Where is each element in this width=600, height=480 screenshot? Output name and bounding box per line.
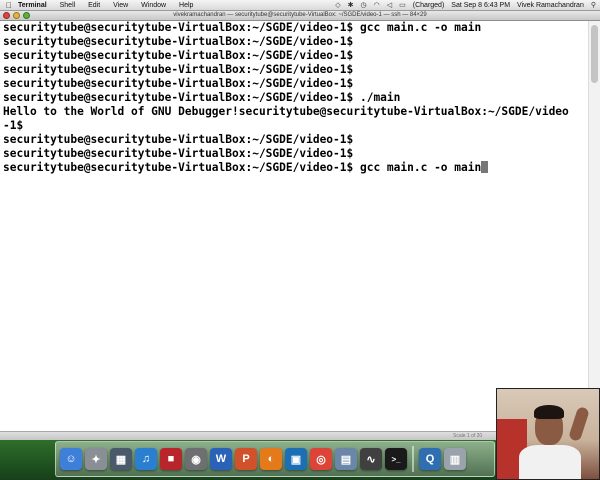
window-title-bar[interactable]: vivekramachandran — securitytube@securit… — [0, 11, 600, 21]
terminal-line: -1$ — [3, 119, 24, 132]
shell-prompt: securitytube@securitytube-VirtualBox:~/S… — [3, 161, 360, 174]
terminal-icon[interactable]: >_ — [385, 448, 407, 470]
trash-icon[interactable]: ▥ — [444, 448, 466, 470]
dropbox-icon[interactable]: ◇ — [335, 0, 340, 11]
app-menus: Terminal Shell Edit View Window Help — [18, 0, 204, 11]
menu-app-terminal[interactable]: Terminal — [18, 2, 47, 9]
chrome-icon[interactable]: ◎ — [310, 448, 332, 470]
webcam-presenter-body — [519, 445, 581, 479]
terminal-line: securitytube@securitytube-VirtualBox:~/S… — [3, 21, 482, 34]
wifi-icon[interactable]: ◠ — [374, 0, 380, 11]
battery-status: (Charged) — [412, 2, 445, 9]
terminal-scrollbar[interactable] — [588, 21, 600, 431]
terminal-line: securitytube@securitytube-VirtualBox:~/S… — [3, 35, 354, 48]
terminal-line: securitytube@securitytube-VirtualBox:~/S… — [3, 63, 354, 76]
terminal-line: securitytube@securitytube-VirtualBox:~/S… — [3, 49, 354, 62]
finder-icon[interactable]: ☺ — [60, 448, 82, 470]
terminal-line: securitytube@securitytube-VirtualBox:~/S… — [3, 77, 354, 90]
launchpad-icon[interactable]: ✦ — [85, 448, 107, 470]
apple-menu-icon[interactable]:  — [6, 0, 12, 11]
dock-separator — [412, 446, 414, 472]
firefox-icon[interactable]: ◐ — [260, 448, 282, 470]
status-menus: ◇ ✱ ◷ ◠ ◁ ▭ (Charged) Sat Sep 8 6:43 PM … — [335, 0, 596, 11]
word-icon[interactable]: W — [210, 448, 232, 470]
spotlight-icon[interactable]: ⚲ — [591, 0, 596, 11]
text-cursor — [481, 161, 489, 173]
command-input[interactable]: gcc main.c -o main — [360, 161, 481, 174]
terminal-line: Hello to the World of GNU Debugger!secur… — [3, 105, 569, 118]
quicktime-icon[interactable]: Q — [419, 448, 441, 470]
mission-control-icon[interactable]: ▦ — [110, 448, 132, 470]
activity-monitor-icon[interactable]: ∿ — [360, 448, 382, 470]
virtualbox-icon[interactable]: ▣ — [285, 448, 307, 470]
menu-window[interactable]: Window — [141, 2, 166, 9]
clock[interactable]: Sat Sep 8 6:43 PM — [451, 0, 510, 11]
terminal-line: securitytube@securitytube-VirtualBox:~/S… — [3, 91, 401, 104]
terminal-line: securitytube@securitytube-VirtualBox:~/S… — [3, 147, 354, 160]
menu-shell[interactable]: Shell — [60, 2, 76, 9]
menu-edit[interactable]: Edit — [88, 2, 100, 9]
powerpoint-icon[interactable]: P — [235, 448, 257, 470]
itunes-icon[interactable]: ♫ — [135, 448, 157, 470]
terminal-content[interactable]: securitytube@securitytube-VirtualBox:~/S… — [0, 21, 588, 431]
menu-help[interactable]: Help — [179, 2, 193, 9]
camera-icon[interactable]: ◉ — [185, 448, 207, 470]
menu-view[interactable]: View — [113, 2, 128, 9]
terminal-line: securitytube@securitytube-VirtualBox:~/S… — [3, 133, 354, 146]
volume-icon[interactable]: ◁ — [387, 0, 392, 11]
webcam-overlay — [496, 388, 600, 480]
terminal-input-line[interactable]: securitytube@securitytube-VirtualBox:~/S… — [0, 161, 588, 175]
time-machine-icon[interactable]: ◷ — [361, 0, 367, 11]
dock: ☺ ✦ ▦ ♫ ■ ◉ W P ◐ ▣ ◎ ▤ ∿ >_ Q ▥ — [55, 441, 495, 477]
user-name[interactable]: Vivek Ramachandran — [517, 0, 584, 11]
bluetooth-icon[interactable]: ✱ — [348, 0, 354, 11]
window-title: vivekramachandran — securitytube@securit… — [173, 12, 427, 18]
webcam-presenter-hair — [534, 405, 564, 419]
window-status-text: Scale 1 of 20 — [453, 433, 483, 439]
scrollbar-thumb[interactable] — [591, 25, 598, 83]
photo-booth-icon[interactable]: ■ — [160, 448, 182, 470]
menu-bar:  Terminal Shell Edit View Window Help ◇… — [0, 0, 600, 11]
battery-icon[interactable]: ▭ — [399, 0, 406, 11]
preview-icon[interactable]: ▤ — [335, 448, 357, 470]
